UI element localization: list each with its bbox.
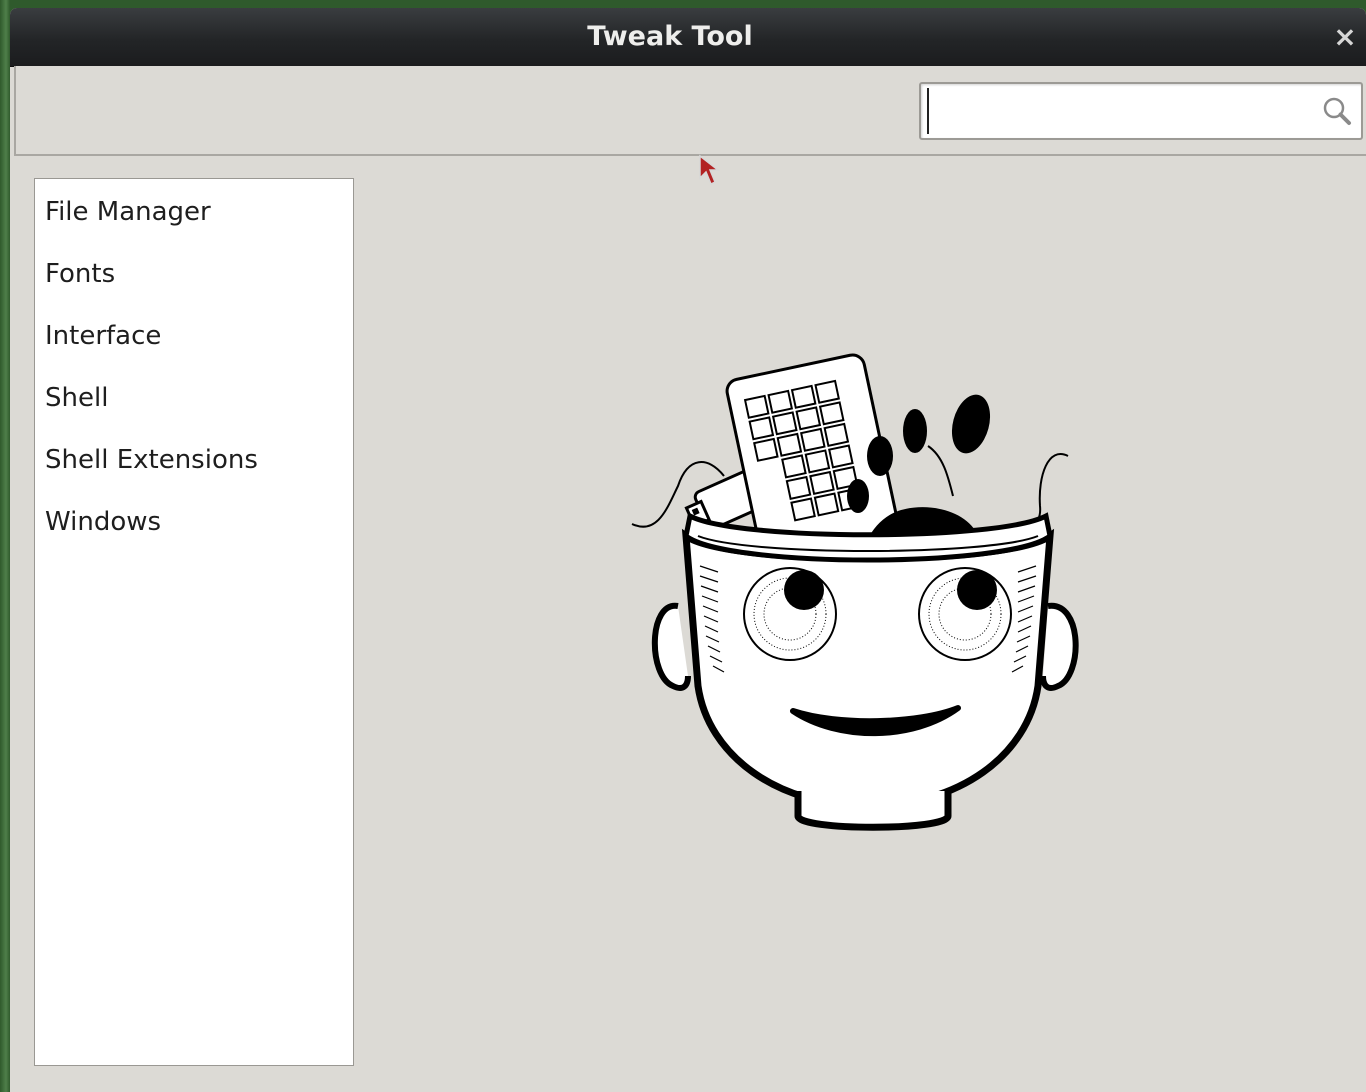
mouse-cursor-icon bbox=[699, 154, 721, 186]
sidebar-item-windows[interactable]: Windows bbox=[35, 491, 353, 553]
sidebar-item-shell[interactable]: Shell bbox=[35, 367, 353, 429]
search-box[interactable] bbox=[919, 82, 1363, 140]
sidebar-item-file-manager[interactable]: File Manager bbox=[35, 181, 353, 243]
tweak-tool-window: Tweak Tool × File Manager Fonts Interfac… bbox=[10, 8, 1366, 1092]
main-content: File Manager Fonts Interface Shell Shell… bbox=[14, 156, 1366, 1092]
sidebar-item-interface[interactable]: Interface bbox=[35, 305, 353, 367]
title-bar[interactable]: Tweak Tool × bbox=[10, 8, 1366, 67]
search-input[interactable] bbox=[927, 88, 1315, 134]
window-title: Tweak Tool bbox=[587, 21, 753, 52]
tweak-tool-mascot-illustration bbox=[631, 353, 1079, 831]
sidebar-item-fonts[interactable]: Fonts bbox=[35, 243, 353, 305]
category-sidebar: File Manager Fonts Interface Shell Shell… bbox=[34, 178, 354, 1066]
close-button[interactable]: × bbox=[1330, 22, 1360, 52]
sidebar-item-shell-extensions[interactable]: Shell Extensions bbox=[35, 429, 353, 491]
header-toolbar bbox=[14, 66, 1366, 156]
category-list: File Manager Fonts Interface Shell Shell… bbox=[35, 181, 353, 553]
search-icon[interactable] bbox=[1321, 95, 1353, 127]
